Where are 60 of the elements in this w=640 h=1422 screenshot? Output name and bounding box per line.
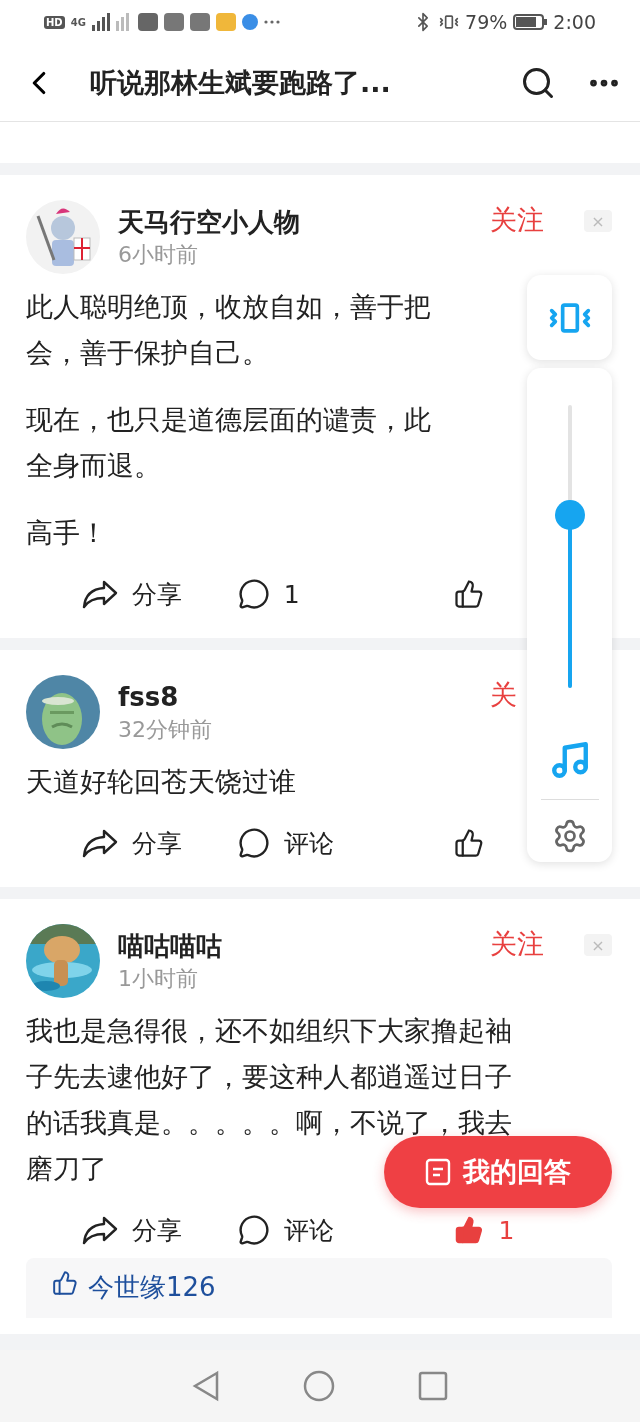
answer-text-line: 全身而退。 (26, 450, 161, 482)
follow-button[interactable]: 关注 (490, 202, 544, 238)
home-nav-button[interactable] (303, 1370, 335, 1402)
app-icon (137, 13, 158, 31)
thumbs-up-icon (454, 828, 485, 858)
share-icon (81, 579, 118, 609)
answer-text-line: 的话我真是。。。。。啊，不说了，我去 (26, 1107, 512, 1139)
signal-icon (91, 13, 132, 31)
clock: 2:00 (553, 11, 596, 33)
answer-text-line: 子先去逮他好了，要这种人都逍遥过日子 (26, 1061, 512, 1093)
post-time: 32分钟前 (118, 716, 213, 744)
answer-text-line: 现在，也只是道德层面的谴责，此 (26, 404, 431, 436)
globe-icon (241, 14, 258, 30)
like-button[interactable] (454, 579, 485, 609)
network-label: 4G (70, 16, 86, 28)
answer-text-line: 高手！ (26, 517, 107, 549)
follow-button[interactable]: 关 (490, 677, 517, 713)
follow-button[interactable]: 关注 (490, 926, 544, 962)
share-icon (81, 828, 118, 858)
hd-label: HD (44, 15, 65, 29)
thumbs-up-icon (52, 1270, 78, 1296)
back-nav-button[interactable] (191, 1370, 220, 1402)
app-icon (189, 13, 210, 31)
reply-author[interactable]: 今世缘126 (88, 1270, 216, 1305)
answer-text-line: 磨刀了 (26, 1153, 107, 1185)
comment-icon (237, 1214, 270, 1246)
comment-icon (237, 578, 270, 610)
like-button[interactable]: 1 (454, 1215, 515, 1245)
recents-nav-button[interactable] (418, 1371, 449, 1401)
share-button[interactable]: 分享 (81, 577, 182, 611)
answer-text-line: 此人聪明绝顶，收放自如，善于把 (26, 291, 431, 323)
author-name: fss8 (118, 681, 180, 714)
comment-button[interactable]: 1 (237, 578, 300, 610)
vibrate-toggle[interactable] (527, 275, 612, 360)
battery-percent: 79% (465, 11, 508, 33)
post-time: 6小时前 (118, 241, 199, 269)
app-icon (163, 13, 184, 31)
my-answer-button[interactable]: 我的回答 (384, 1136, 612, 1208)
thumbs-up-icon (454, 579, 485, 609)
author-name: 天马行空小人物 (118, 206, 301, 239)
comment-button[interactable]: 评论 (237, 826, 334, 860)
like-button[interactable] (454, 828, 485, 858)
vibrate-icon (439, 12, 460, 32)
share-button[interactable]: 分享 (81, 1213, 182, 1247)
slider-thumb[interactable] (554, 500, 585, 531)
more-icon (263, 20, 280, 24)
battery-icon (513, 14, 548, 30)
answer-text-line: 会，善于保护自己。 (26, 337, 269, 369)
document-icon (425, 1158, 451, 1186)
post-time: 1小时前 (118, 965, 199, 993)
share-button[interactable]: 分享 (81, 826, 182, 860)
thumbs-up-icon (454, 1215, 485, 1245)
answer-text-line: 天道好轮回苍天饶过谁 (26, 766, 296, 798)
comment-button[interactable]: 评论 (237, 1213, 334, 1247)
page-title: 听说那林生斌要跑路了... (90, 65, 392, 100)
answer-text-line: 我也是急得很，还不如组织下大家撸起袖 (26, 1015, 512, 1047)
app-icon (215, 13, 236, 31)
share-icon (81, 1215, 118, 1245)
comment-icon (237, 827, 270, 859)
author-name: 喵咕喵咕 (118, 930, 223, 963)
